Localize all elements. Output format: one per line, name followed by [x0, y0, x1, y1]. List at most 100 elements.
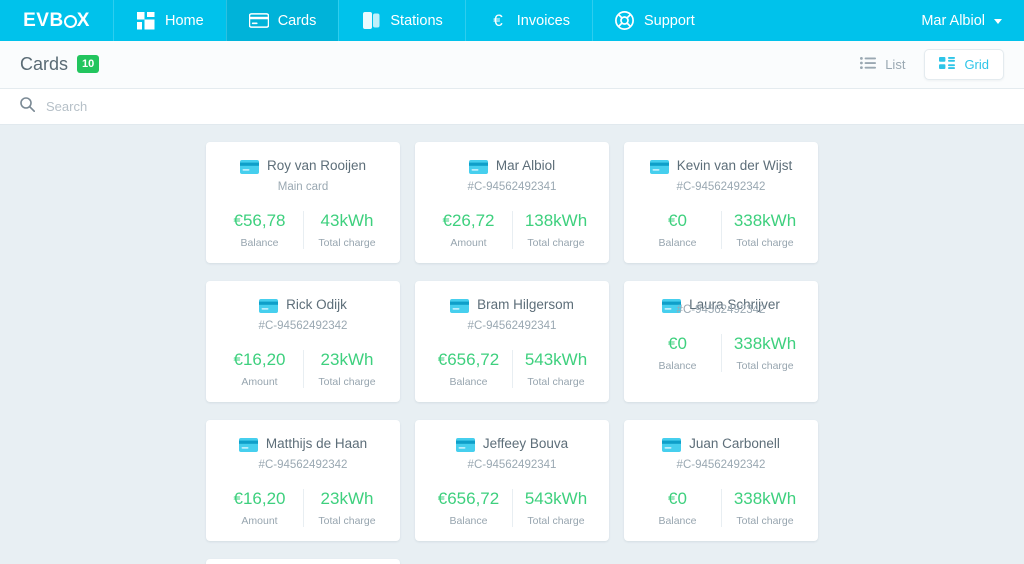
nav-item-cards-label: Cards	[277, 12, 317, 29]
card-stat: €56,78 Balance	[216, 211, 303, 249]
nav-item-cards[interactable]: Cards	[225, 0, 339, 41]
card-stat-value: €56,78	[233, 211, 286, 230]
card-header: Juan Carbonell	[634, 436, 808, 457]
card-stat-label: Total charge	[736, 237, 794, 249]
nav-item-stations[interactable]: Stations	[338, 0, 464, 41]
nav-item-invoices-label: Invoices	[516, 12, 570, 29]
card-header: Jeffeey Bouva	[425, 436, 599, 457]
grid-squares-icon	[136, 11, 156, 31]
card-item[interactable]: Rick Odijk #C-94562492342 €16,20 Amount 23kW…	[206, 281, 400, 402]
card-stats: €56,78 Balance 43kWh Total charge	[216, 211, 390, 249]
credit-card-icon	[238, 438, 258, 457]
nav-item-home[interactable]: Home	[113, 0, 226, 41]
card-item[interactable]: Roy van Rooijen Main card €56,78 Balance 43k…	[206, 142, 400, 263]
card-stat-label: Total charge	[527, 237, 585, 249]
card-stat-label: Balance	[449, 376, 488, 388]
card-stat: €16,20 Amount	[216, 489, 303, 527]
card-item[interactable]: Kevin van der Wijst #C-94562492342 €0 Balan…	[624, 142, 818, 263]
card-item[interactable]: Bram Hilgersom #C-94562492341 €656,72 Balan…	[415, 281, 609, 402]
card-subtitle: #C-94562492341	[467, 181, 557, 193]
card-stat: €0 Balance	[634, 489, 721, 527]
card-subtitle: #C-94562492342	[676, 181, 766, 193]
user-menu[interactable]: Mar Albiol	[903, 0, 1024, 41]
card-header: Rick Odijk	[216, 297, 390, 318]
card-stat-label: Total charge	[736, 515, 794, 527]
card-stat: €656,72 Balance	[425, 350, 512, 388]
card-stat-label: Balance	[658, 237, 697, 249]
card-holder-name: Mar Albiol	[495, 158, 556, 173]
card-subtitle: Main card	[277, 181, 329, 193]
card-stat: 138kWh Total charge	[512, 211, 599, 249]
view-mode-list-label: List	[885, 57, 906, 72]
card-header: Roy van Rooijen	[216, 158, 390, 179]
card-stat-value: 543kWh	[524, 489, 588, 508]
cards-grid: Roy van Rooijen Main card €56,78 Balance 43k…	[206, 142, 818, 564]
search-icon	[20, 96, 36, 117]
card-header: Bram Hilgersom	[425, 297, 599, 318]
card-stats: €16,20 Amount 23kWh Total charge	[216, 350, 390, 388]
card-stat-value: 338kWh	[733, 334, 797, 353]
card-stat-value: 23kWh	[320, 489, 374, 508]
card-holder-name: Roy van Rooijen	[266, 158, 367, 173]
card-item[interactable]: Jurgen Buisman#C-94562492342	[206, 559, 400, 564]
card-stat-value: €0	[668, 489, 687, 508]
card-stat-label: Total charge	[318, 515, 376, 527]
nav-item-stations-label: Stations	[390, 12, 443, 29]
card-stat-value: €16,20	[233, 350, 286, 369]
nav-item-home-label: Home	[165, 12, 204, 29]
user-menu-label: Mar Albiol	[921, 12, 985, 29]
view-mode-grid-label: Grid	[964, 57, 989, 72]
cards-count-badge: 10	[77, 54, 100, 73]
card-stat: €16,20 Amount	[216, 350, 303, 388]
card-stat-value: €0	[668, 334, 687, 353]
card-item[interactable]: Jeffeey Bouva #C-94562492341 €656,72 Balanc…	[415, 420, 609, 541]
card-stat-label: Balance	[449, 515, 488, 527]
card-holder-name: Bram Hilgersom	[477, 297, 574, 312]
credit-card-icon	[239, 160, 259, 179]
card-subtitle: #C-94562492341	[467, 320, 557, 332]
card-stat-value: 43kWh	[320, 211, 374, 230]
card-stat: 43kWh Total charge	[303, 211, 390, 249]
card-stat-value: 543kWh	[524, 350, 588, 369]
grid-view-icon	[939, 57, 956, 72]
credit-card-icon	[468, 160, 488, 179]
lifebuoy-icon	[615, 11, 635, 31]
card-stat-label: Amount	[241, 376, 278, 388]
card-stat: 543kWh Total charge	[512, 350, 599, 388]
card-stat-label: Total charge	[318, 376, 376, 388]
card-item[interactable]: Laura Schrijver #C-94562492342 €0 Balance 33…	[624, 281, 818, 402]
page-subheader: Cards 10 List Grid	[0, 41, 1024, 89]
card-item[interactable]: Matthijs de Haan #C-94562492342 €16,20 Amou…	[206, 420, 400, 541]
brand-logo[interactable]: EVB X	[0, 0, 113, 41]
card-item[interactable]: Juan Carbonell #C-94562492342 €0 Balance 338…	[624, 420, 818, 541]
nav-item-invoices[interactable]: € Invoices	[464, 0, 592, 41]
brand-text-before: EVB	[23, 9, 64, 31]
view-mode-list-button[interactable]: List	[845, 49, 920, 80]
card-stat: 23kWh Total charge	[303, 350, 390, 388]
top-navigation-bar: EVB X Home Cards Stations € Invoices Supp…	[0, 0, 1024, 41]
page-title: Cards	[20, 54, 69, 74]
card-stat-value: 338kWh	[733, 211, 797, 230]
card-stat-label: Amount	[241, 515, 278, 527]
card-stat: €26,72 Amount	[425, 211, 512, 249]
card-stat: €656,72 Balance	[425, 489, 512, 527]
search-input[interactable]	[46, 99, 446, 114]
nav-item-support[interactable]: Support	[591, 0, 717, 41]
card-holder-name: Matthijs de Haan	[265, 436, 368, 451]
svg-text:€: €	[493, 11, 503, 30]
card-stat-label: Balance	[658, 360, 697, 372]
view-mode-grid-button[interactable]: Grid	[924, 49, 1004, 80]
card-stats: €26,72 Amount 138kWh Total charge	[425, 211, 599, 249]
credit-card-icon	[450, 299, 470, 318]
card-stat-value: 23kWh	[320, 350, 374, 369]
card-stat-value: €26,72	[442, 211, 495, 230]
card-subtitle: #C-94562492342	[676, 304, 766, 316]
card-subtitle: #C-94562492342	[258, 320, 348, 332]
card-header: Kevin van der Wijst	[634, 158, 808, 179]
card-stat-value: €0	[668, 211, 687, 230]
card-item[interactable]: Mar Albiol #C-94562492341 €26,72 Amount 138k…	[415, 142, 609, 263]
card-stats: €656,72 Balance 543kWh Total charge	[425, 350, 599, 388]
card-subtitle: #C-94562492342	[676, 459, 766, 471]
card-stat-label: Total charge	[318, 237, 376, 249]
